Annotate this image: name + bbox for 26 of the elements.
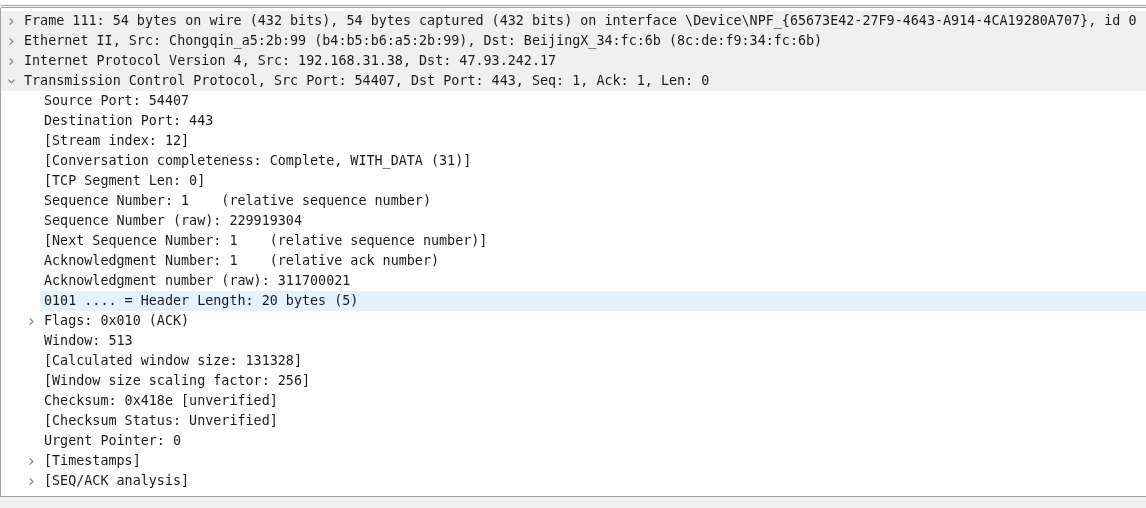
- tree-item[interactable]: [Calculated window size: 131328]: [44, 351, 302, 371]
- tree-item[interactable]: Sequence Number: 1 (relative sequence number): [44, 191, 431, 211]
- chevron-right-icon[interactable]: [27, 476, 36, 486]
- tree-item[interactable]: [Checksum Status: Unverified]: [44, 411, 278, 431]
- chevron-right-icon[interactable]: [7, 36, 16, 46]
- tree-item[interactable]: 0101 .... = Header Length: 20 bytes (5): [40, 291, 1146, 311]
- chevron-right-icon[interactable]: [7, 56, 16, 66]
- tree-item[interactable]: [SEQ/ACK analysis]: [44, 471, 190, 491]
- chevron-right-icon[interactable]: [27, 456, 36, 466]
- tree-item[interactable]: [Next Sequence Number: 1 (relative sequence number)]: [44, 231, 488, 251]
- tree-item[interactable]: [Conversation completeness: Complete, WITH_DATA (31)]: [44, 151, 472, 171]
- tree-item[interactable]: Flags: 0x010 (ACK): [44, 311, 190, 331]
- tree-item[interactable]: Acknowledgment Number: 1 (relative ack number): [44, 251, 440, 271]
- tree-item[interactable]: Checksum: 0x418e [unverified]: [44, 391, 278, 411]
- chevron-right-icon[interactable]: [7, 16, 16, 26]
- tree-item[interactable]: [Window size scaling factor: 256]: [44, 371, 311, 391]
- tree-item[interactable]: Destination Port: 443: [44, 111, 214, 131]
- tree-item[interactable]: Window: 513: [44, 331, 133, 351]
- tree-item[interactable]: Urgent Pointer: 0: [44, 431, 182, 451]
- tree-item[interactable]: [TCP Segment Len: 0]: [44, 171, 206, 191]
- tree-item[interactable]: Acknowledgment number (raw): 311700021: [44, 271, 351, 291]
- tree-item[interactable]: [Timestamps]: [44, 451, 141, 471]
- chevron-right-icon[interactable]: [27, 316, 36, 326]
- tree-item[interactable]: [Stream index: 12]: [44, 131, 190, 151]
- tree-item[interactable]: Sequence Number (raw): 229919304: [44, 211, 302, 231]
- tree-item[interactable]: Source Port: 54407: [44, 91, 190, 111]
